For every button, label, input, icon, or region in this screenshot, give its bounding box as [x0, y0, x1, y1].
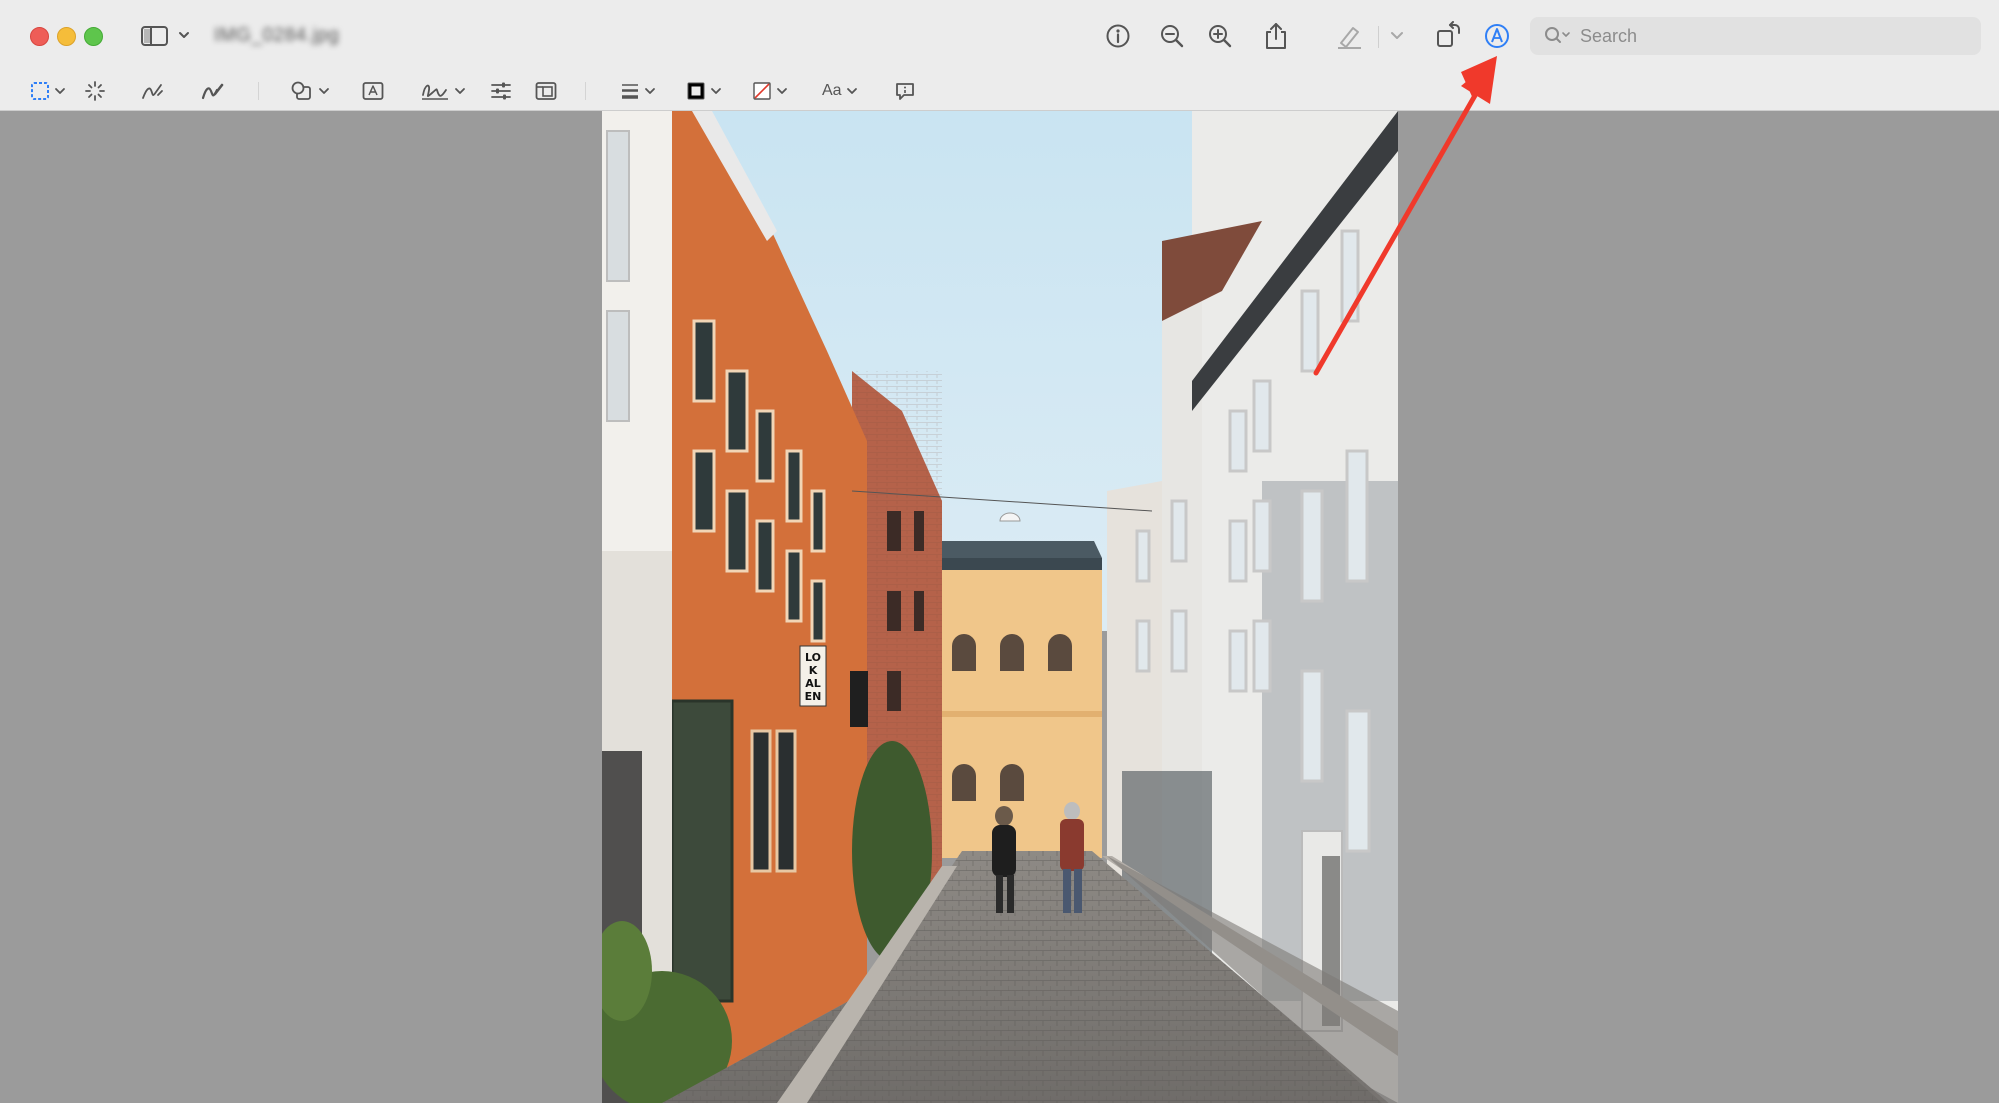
share-icon — [1266, 23, 1286, 49]
resize-icon — [535, 82, 557, 100]
chevron-down-icon — [711, 88, 721, 94]
title-bar: IMG_0284.jpg — [0, 0, 1999, 72]
rectangle-selection-icon — [31, 82, 49, 100]
svg-text:EN: EN — [805, 690, 822, 703]
search-input[interactable] — [1578, 24, 1962, 48]
sketch-icon — [142, 84, 163, 99]
zoom-out-button[interactable] — [1158, 22, 1186, 50]
line-weight-icon — [622, 84, 638, 99]
highlight-button[interactable] — [1334, 22, 1364, 50]
draw-icon — [201, 83, 224, 100]
document-image[interactable]: LO K AL EN — [602, 111, 1398, 1103]
adjust-color-button[interactable] — [490, 80, 512, 102]
sketch-button[interactable] — [140, 80, 164, 102]
rotate-button[interactable] — [1434, 20, 1464, 50]
text-style-button[interactable]: Aa — [822, 80, 858, 102]
signature-button[interactable] — [420, 80, 466, 102]
highlighter-icon — [1338, 27, 1361, 49]
markup-pen-icon — [1485, 24, 1509, 48]
chevron-down-icon — [645, 88, 655, 94]
signature-icon — [422, 84, 448, 100]
svg-text:LO: LO — [805, 651, 821, 664]
fill-color-icon — [753, 82, 771, 100]
shapes-icon — [291, 81, 311, 100]
sliders-icon — [491, 82, 511, 100]
svg-text:K: K — [809, 664, 818, 677]
zoom-window-button[interactable] — [84, 27, 103, 46]
sidebar-icon — [141, 26, 189, 46]
shape-style-button[interactable] — [620, 80, 656, 102]
adjust-size-button[interactable] — [535, 80, 557, 102]
markup-button[interactable] — [1482, 21, 1512, 51]
zoom-in-button[interactable] — [1206, 22, 1234, 50]
image-description-button[interactable] — [894, 80, 916, 102]
share-button[interactable] — [1262, 20, 1290, 52]
draw-button[interactable] — [200, 80, 224, 102]
sidebar-view-button[interactable] — [140, 24, 192, 48]
chevron-down-icon — [55, 88, 65, 94]
toolbar-divider — [1378, 26, 1379, 48]
markup-toolbar: Aa — [0, 72, 1999, 111]
document-title: IMG_0284.jpg — [214, 25, 340, 46]
info-icon — [1106, 24, 1130, 48]
toolbar-separator — [585, 82, 586, 100]
text-box-icon — [362, 82, 384, 100]
chevron-down-icon — [777, 88, 787, 94]
info-button[interactable] — [1104, 22, 1132, 50]
shapes-button[interactable] — [290, 80, 330, 102]
preview-window: IMG_0284.jpg Search Aa LO K AL EN — [0, 0, 1999, 1103]
highlight-options-button[interactable] — [1388, 28, 1406, 44]
text-box-button[interactable] — [362, 80, 384, 102]
shop-sign: LO K AL EN — [799, 645, 827, 707]
chevron-down-icon — [179, 32, 189, 38]
minimize-window-button[interactable] — [57, 27, 76, 46]
chevron-down-icon — [846, 88, 857, 94]
text-style-label: Aa — [822, 82, 842, 99]
magic-wand-icon — [85, 81, 105, 101]
selection-tools-button[interactable] — [30, 80, 66, 102]
chevron-down-icon — [319, 88, 329, 94]
chevron-down-icon — [1391, 32, 1403, 39]
instant-alpha-button[interactable] — [84, 80, 106, 102]
rotate-icon — [1437, 21, 1460, 47]
toolbar-separator — [258, 82, 259, 100]
search-field[interactable] — [1530, 17, 1981, 55]
zoom-in-icon — [1209, 25, 1232, 48]
search-icon — [1544, 26, 1572, 46]
fill-color-button[interactable] — [752, 80, 788, 102]
border-color-button[interactable] — [686, 80, 722, 102]
close-window-button[interactable] — [30, 27, 49, 46]
speech-bubble-icon — [896, 83, 914, 100]
svg-text:AL: AL — [805, 677, 821, 690]
border-color-icon — [687, 82, 705, 100]
zoom-out-icon — [1161, 25, 1184, 48]
street-photo: LO K AL EN — [602, 111, 1398, 1103]
chevron-down-icon — [455, 88, 465, 94]
